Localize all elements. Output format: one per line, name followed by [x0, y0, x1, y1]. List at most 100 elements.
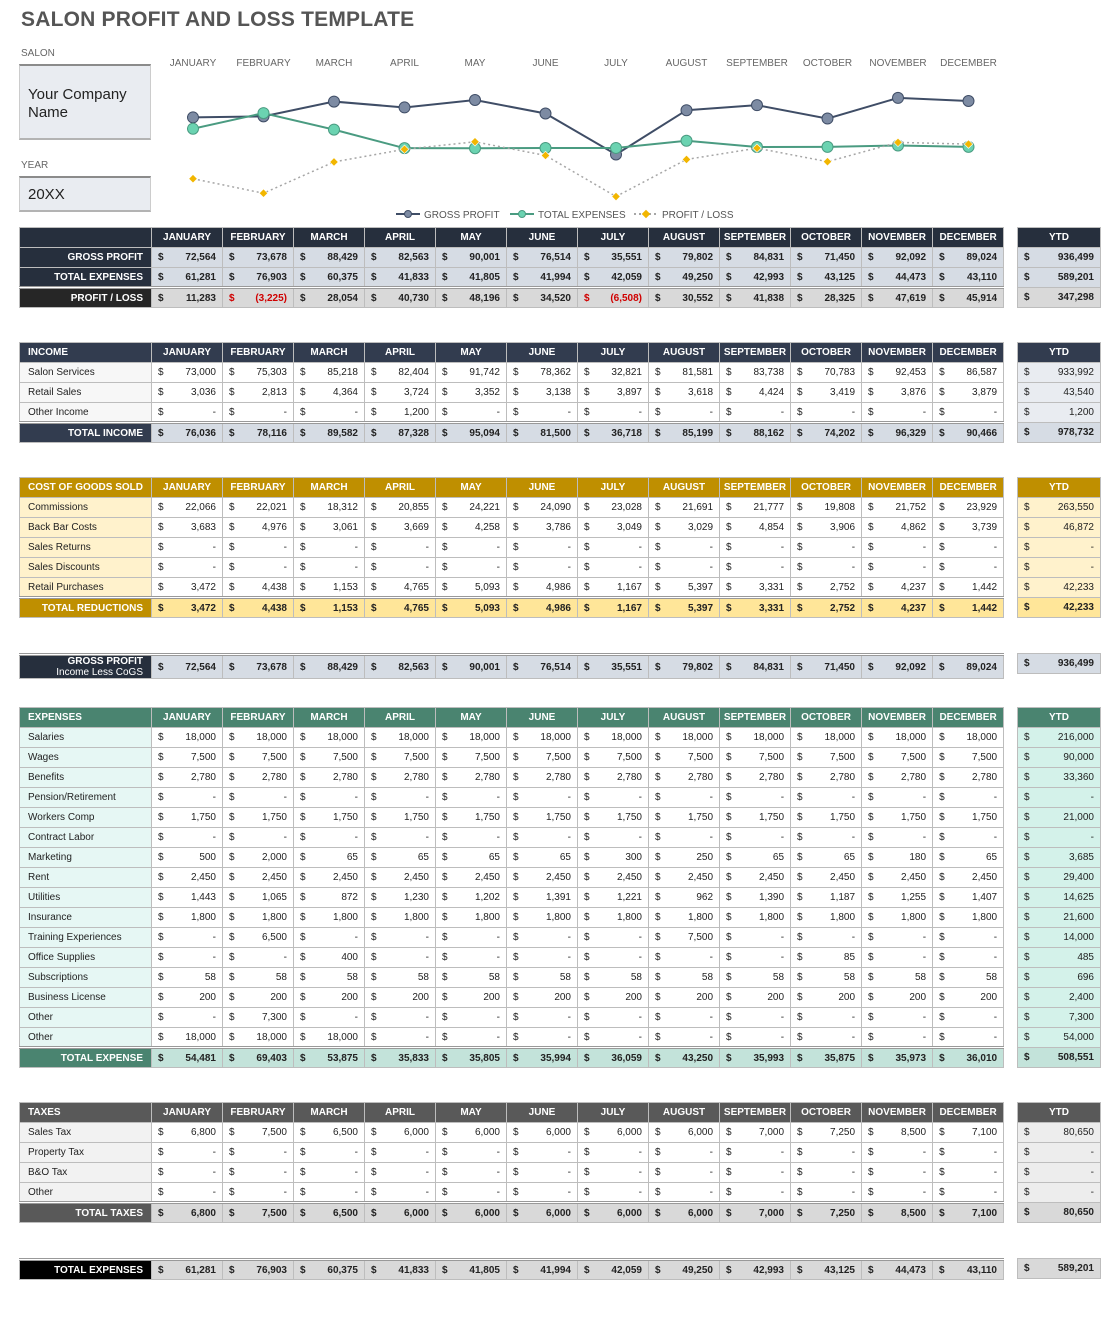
- month-value-cell[interactable]: 11,283: [164, 287, 223, 308]
- month-value-cell[interactable]: 79,802: [661, 247, 721, 268]
- month-value-cell[interactable]: 2,813: [235, 382, 294, 403]
- month-value-cell[interactable]: 18,000: [448, 727, 507, 748]
- month-value-cell[interactable]: 6,500: [306, 1122, 365, 1143]
- month-value-cell[interactable]: -: [803, 1182, 863, 1203]
- month-value-cell[interactable]: 2,450: [803, 867, 863, 888]
- month-value-cell[interactable]: -: [803, 787, 863, 808]
- month-value-cell[interactable]: 5,397: [661, 577, 721, 598]
- month-value-cell[interactable]: 58: [945, 967, 1005, 988]
- month-value-cell[interactable]: 4,438: [235, 597, 294, 618]
- month-value-cell[interactable]: -: [164, 1182, 223, 1203]
- month-value-cell[interactable]: 96,329: [874, 422, 934, 443]
- month-value-cell[interactable]: 43,110: [945, 267, 1005, 288]
- month-value-cell[interactable]: 3,061: [306, 517, 365, 538]
- month-value-cell[interactable]: 76,903: [235, 1259, 294, 1280]
- month-value-cell[interactable]: -: [448, 1162, 507, 1183]
- month-value-cell[interactable]: -: [661, 947, 721, 968]
- month-value-cell[interactable]: 19,808: [803, 497, 863, 518]
- month-value-cell[interactable]: -: [590, 1142, 649, 1163]
- month-value-cell[interactable]: 6,000: [590, 1122, 649, 1143]
- month-value-cell[interactable]: 58: [164, 967, 223, 988]
- month-value-cell[interactable]: 2,450: [164, 867, 223, 888]
- month-value-cell[interactable]: 3,786: [519, 517, 578, 538]
- month-value-cell[interactable]: 82,563: [377, 247, 436, 268]
- month-value-cell[interactable]: 200: [235, 987, 294, 1008]
- month-value-cell[interactable]: 81,581: [661, 362, 721, 383]
- month-value-cell[interactable]: -: [874, 1162, 934, 1183]
- month-value-cell[interactable]: -: [803, 402, 863, 423]
- month-value-cell[interactable]: -: [732, 1142, 792, 1163]
- month-value-cell[interactable]: -: [306, 827, 365, 848]
- month-value-cell[interactable]: -: [732, 557, 792, 578]
- month-value-cell[interactable]: 89,024: [945, 654, 1004, 679]
- month-value-cell[interactable]: -: [874, 537, 934, 558]
- month-value-cell[interactable]: 76,036: [164, 422, 223, 443]
- month-value-cell[interactable]: -: [306, 1162, 365, 1183]
- month-value-cell[interactable]: 1,750: [306, 807, 365, 828]
- month-value-cell[interactable]: 6,000: [661, 1202, 721, 1223]
- month-value-cell[interactable]: 7,500: [448, 747, 507, 768]
- month-value-cell[interactable]: 76,514: [519, 247, 578, 268]
- month-value-cell[interactable]: 89,582: [306, 422, 365, 443]
- month-value-cell[interactable]: 75,303: [235, 362, 294, 383]
- month-value-cell[interactable]: -: [874, 557, 934, 578]
- month-value-cell[interactable]: 1,390: [732, 887, 792, 908]
- month-value-cell[interactable]: -: [377, 557, 436, 578]
- month-value-cell[interactable]: 58: [235, 967, 294, 988]
- month-value-cell[interactable]: -: [803, 1027, 863, 1048]
- month-value-cell[interactable]: 3,906: [803, 517, 863, 538]
- month-value-cell[interactable]: 300: [590, 847, 649, 868]
- month-value-cell[interactable]: -: [519, 537, 578, 558]
- month-value-cell[interactable]: -: [732, 827, 792, 848]
- month-value-cell[interactable]: 7,300: [235, 1007, 294, 1028]
- month-value-cell[interactable]: -: [874, 827, 934, 848]
- month-value-cell[interactable]: 23,929: [945, 497, 1005, 518]
- month-value-cell[interactable]: -: [590, 402, 649, 423]
- month-value-cell[interactable]: 1,800: [661, 907, 721, 928]
- month-value-cell[interactable]: -: [306, 557, 365, 578]
- month-value-cell[interactable]: -: [235, 1162, 294, 1183]
- month-value-cell[interactable]: 6,800: [164, 1202, 223, 1223]
- month-value-cell[interactable]: 65: [306, 847, 365, 868]
- month-value-cell[interactable]: 73,678: [235, 654, 294, 679]
- month-value-cell[interactable]: -: [164, 1142, 223, 1163]
- month-value-cell[interactable]: -: [377, 537, 436, 558]
- month-value-cell[interactable]: -: [377, 827, 436, 848]
- month-value-cell[interactable]: -: [661, 827, 721, 848]
- month-value-cell[interactable]: 18,000: [306, 727, 365, 748]
- month-value-cell[interactable]: 7,500: [164, 747, 223, 768]
- month-value-cell[interactable]: -: [448, 557, 507, 578]
- month-value-cell[interactable]: 85,218: [306, 362, 365, 383]
- month-value-cell[interactable]: 2,780: [377, 767, 436, 788]
- month-value-cell[interactable]: 7,500: [306, 747, 365, 768]
- month-value-cell[interactable]: 2,780: [519, 767, 578, 788]
- month-value-cell[interactable]: 3,724: [377, 382, 436, 403]
- month-value-cell[interactable]: 7,500: [803, 747, 863, 768]
- month-value-cell[interactable]: 2,780: [448, 767, 507, 788]
- month-value-cell[interactable]: 4,237: [874, 577, 934, 598]
- month-value-cell[interactable]: 7,250: [803, 1122, 863, 1143]
- month-value-cell[interactable]: 200: [590, 987, 649, 1008]
- month-value-cell[interactable]: 2,450: [519, 867, 578, 888]
- month-value-cell[interactable]: -: [590, 1007, 649, 1028]
- month-value-cell[interactable]: -: [945, 1007, 1005, 1028]
- month-value-cell[interactable]: 22,066: [164, 497, 223, 518]
- month-value-cell[interactable]: 61,281: [164, 267, 223, 288]
- month-value-cell[interactable]: 78,362: [519, 362, 578, 383]
- month-value-cell[interactable]: 7,500: [519, 747, 578, 768]
- month-value-cell[interactable]: 83,738: [732, 362, 792, 383]
- month-value-cell[interactable]: 4,237: [874, 597, 934, 618]
- month-value-cell[interactable]: 200: [448, 987, 507, 1008]
- month-value-cell[interactable]: 82,563: [377, 654, 436, 679]
- month-value-cell[interactable]: -: [945, 947, 1005, 968]
- month-value-cell[interactable]: 3,472: [164, 577, 223, 598]
- month-value-cell[interactable]: -: [235, 537, 294, 558]
- month-value-cell[interactable]: -: [448, 1182, 507, 1203]
- month-value-cell[interactable]: -: [661, 1007, 721, 1028]
- month-value-cell[interactable]: 7,500: [377, 747, 436, 768]
- month-value-cell[interactable]: -: [377, 1142, 436, 1163]
- month-value-cell[interactable]: -: [874, 402, 934, 423]
- month-value-cell[interactable]: 7,500: [732, 747, 792, 768]
- month-value-cell[interactable]: -: [874, 1007, 934, 1028]
- month-value-cell[interactable]: 73,678: [235, 247, 294, 268]
